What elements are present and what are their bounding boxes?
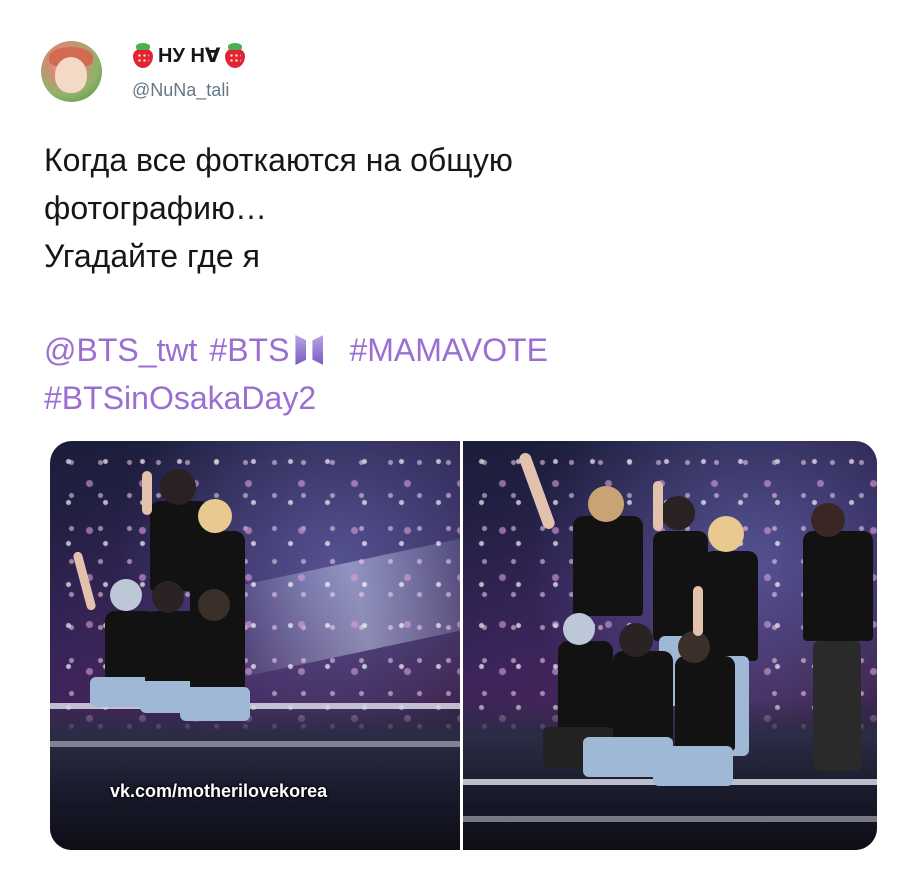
avatar-face (55, 57, 87, 93)
photo-right[interactable] (463, 441, 877, 850)
user-avatar[interactable] (41, 41, 102, 102)
display-name[interactable]: НУ Нꓯ (132, 40, 246, 70)
tweet-line: Когда все фоткаются на общую (44, 142, 513, 178)
stage-edge (50, 741, 460, 747)
stage-edge (463, 816, 877, 822)
hashtag-link[interactable]: #BTSinOsakaDay2 (44, 380, 316, 416)
bts-logo-icon (291, 333, 327, 367)
watermark: vk.com/motherilovekorea (110, 781, 328, 801)
tweet-line: фотографию… (44, 190, 267, 226)
tweet-media: vk.com/motherilovekorea (50, 441, 877, 850)
mention-link[interactable]: @BTS_twt (44, 332, 197, 368)
tweet-tags: @BTS_twt #BTS #MAMAVOTE #BTSinOsakaDay2 (44, 326, 884, 422)
hashtag-link[interactable]: #MAMAVOTE (349, 332, 548, 368)
tweet-line: Угадайте где я (44, 238, 260, 274)
photo-left[interactable]: vk.com/motherilovekorea (50, 441, 460, 850)
strawberry-icon (132, 42, 154, 68)
user-handle[interactable]: @NuNa_tali (132, 80, 229, 101)
display-name-text: НУ Нꓯ (158, 44, 221, 67)
stage-floor (50, 700, 460, 850)
tweet-text: Когда все фоткаются на общую фотографию…… (44, 136, 864, 280)
strawberry-icon (224, 42, 246, 68)
hashtag-link[interactable]: #BTS (209, 332, 289, 368)
